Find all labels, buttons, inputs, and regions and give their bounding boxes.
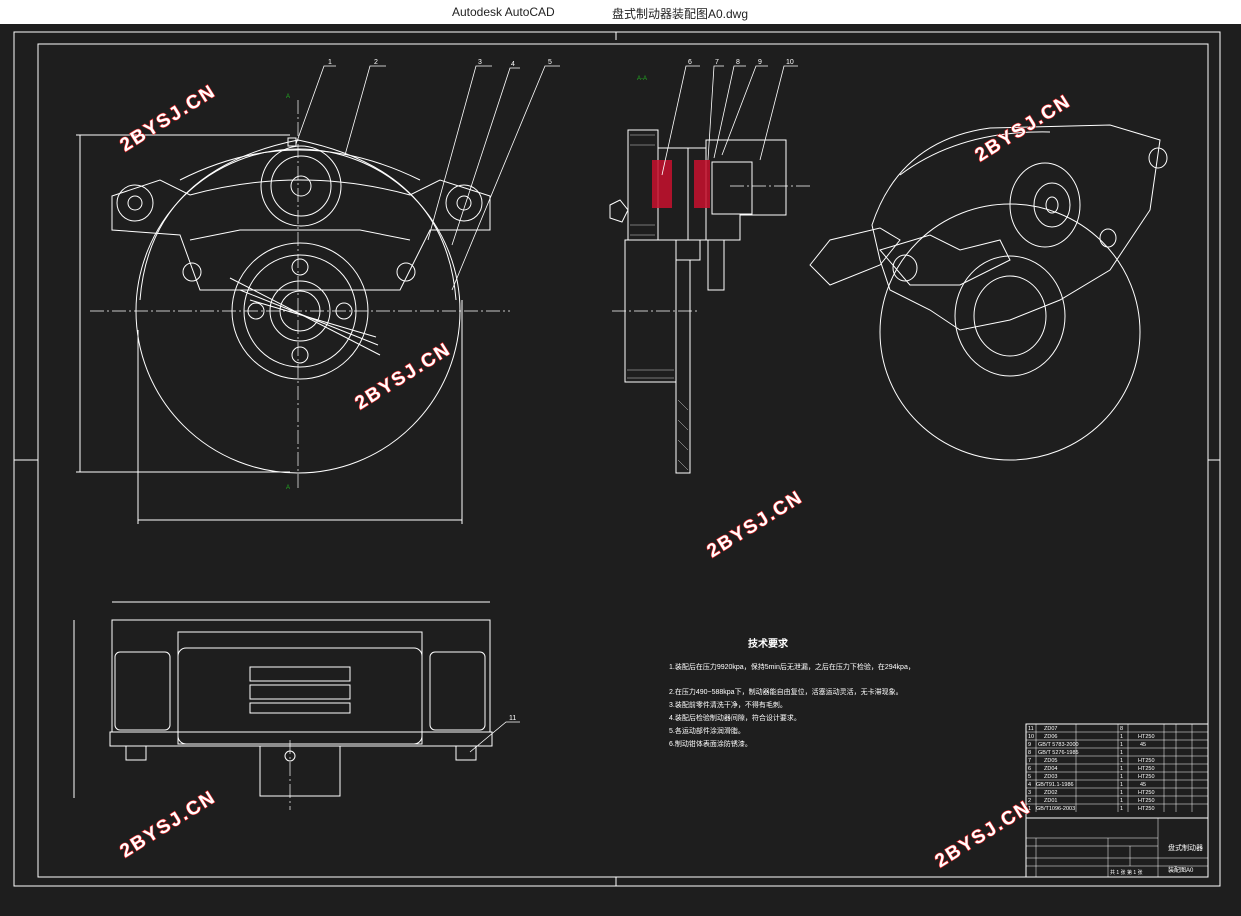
balloon-3: 3 [478, 59, 482, 66]
sheet-info: 共 1 张 第 1 张 [1110, 869, 1143, 876]
svg-text:A-A: A-A [637, 76, 647, 82]
tech-line-5: 5.各运动部件涂润滑脂。 [669, 726, 745, 735]
bom-mat-4: 45 [1140, 782, 1146, 788]
svg-text:A: A [286, 485, 290, 491]
bom-no-10: 10 [1028, 734, 1034, 740]
watermark-4: 2BYSJ.CN [704, 487, 807, 563]
bom-code-6: ZD04 [1044, 766, 1057, 772]
isometric-view [809, 124, 1168, 461]
tech-line-4: 4.装配后检验制动器间隙，符合设计要求。 [669, 713, 801, 722]
balloon-1: 1 [328, 59, 332, 66]
balloon-10: 10 [786, 59, 794, 66]
balloon-8: 8 [736, 59, 740, 66]
bom-mat-7: HT250 [1138, 758, 1155, 764]
tech-requirements: 技术要求 1.装配后在压力9920kpa，保持5min后无泄漏，之后在压力下检验… [669, 637, 915, 748]
bom-mat-9: 45 [1140, 742, 1146, 748]
bom-code-4: GB/T91.1-1986 [1036, 782, 1074, 788]
bom-code-11: ZD07 [1044, 726, 1057, 732]
drawing-code: 装配图A0 [1168, 866, 1194, 874]
drawing-canvas[interactable]: A A A-A 1 2 3 4 5 6 7 8 9 10 11 技术要求 1.装… [0, 24, 1241, 911]
balloon-4: 4 [511, 61, 515, 68]
bom-no-5: 5 [1028, 774, 1031, 780]
watermark-5: 2BYSJ.CN [117, 787, 220, 863]
bom-no-7: 7 [1028, 758, 1031, 764]
bom-qty-6: 1 [1120, 766, 1123, 772]
bom-qty-9: 1 [1120, 742, 1123, 748]
bom-qty-10: 1 [1120, 734, 1123, 740]
balloon-9: 9 [758, 59, 762, 66]
bom-code-3: ZD02 [1044, 790, 1057, 796]
bom-qty-11: 8 [1120, 726, 1123, 732]
bom-code-1: GB/T1096-2003 [1036, 806, 1075, 812]
watermark-2: 2BYSJ.CN [352, 339, 455, 415]
watermark-6: 2BYSJ.CN [932, 797, 1035, 873]
title-bar: Autodesk AutoCAD 盘式制动器装配图A0.dwg [0, 0, 1241, 24]
bom-mat-3: HT250 [1138, 790, 1155, 796]
bom-qty-5: 1 [1120, 774, 1123, 780]
title-block: 盘式制动器 装配图A0 共 1 张 第 1 张 [1025, 817, 1209, 878]
bom-mat-1: HT250 [1138, 806, 1155, 812]
balloon-6: 6 [688, 59, 692, 66]
bom-code-9: GB/T 5783-2000 [1038, 742, 1079, 748]
balloon-leaders [295, 65, 798, 753]
bom-code-2: ZD01 [1044, 798, 1057, 804]
bom-no-3: 3 [1028, 790, 1031, 796]
balloon-11: 11 [509, 715, 516, 722]
bom-no-2: 2 [1028, 798, 1031, 804]
bom-mat-5: HT250 [1138, 774, 1155, 780]
bom-qty-2: 1 [1120, 798, 1123, 804]
front-view: A A [76, 94, 510, 524]
bom-no-11: 11 [1028, 726, 1034, 732]
bom-qty-8: 1 [1120, 750, 1123, 756]
section-view: A-A [609, 76, 810, 474]
tech-title: 技术要求 [748, 637, 789, 650]
bom-table: 11 ZD07 8 10 ZD06 1 HT250 9 GB/T 5783-20… [1025, 723, 1209, 819]
tech-line-1: 1.装配后在压力9920kpa，保持5min后无泄漏，之后在压力下检验，在294… [669, 662, 915, 671]
bom-qty-7: 1 [1120, 758, 1123, 764]
bom-code-7: ZD05 [1044, 758, 1057, 764]
bom-mat-10: HT250 [1138, 734, 1155, 740]
bom-code-8: GB/T 5276-1985 [1038, 750, 1079, 756]
tech-line-3: 3.装配前零件清洗干净，不得有毛刺。 [669, 700, 787, 709]
svg-text:A: A [286, 94, 290, 100]
bom-mat-2: HT250 [1138, 798, 1155, 804]
bom-qty-1: 1 [1120, 806, 1123, 812]
bom-code-5: ZD03 [1044, 774, 1057, 780]
watermark-1: 2BYSJ.CN [117, 81, 220, 157]
top-view [73, 601, 493, 810]
bom-no-9: 9 [1028, 742, 1031, 748]
tech-line-2: 2.在压力490~588kpa下，制动器能自由复位，活塞运动灵活，无卡滞现象。 [669, 687, 903, 696]
balloon-5: 5 [548, 59, 552, 66]
balloon-7: 7 [715, 59, 719, 66]
drawing-name: 盘式制动器 [1168, 843, 1203, 852]
bom-code-10: ZD06 [1044, 734, 1057, 740]
balloon-2: 2 [374, 59, 378, 66]
sheet-border [13, 31, 1221, 887]
tech-line-6: 6.制动钳体表面涂防锈漆。 [669, 739, 752, 748]
bom-no-8: 8 [1028, 750, 1031, 756]
bom-qty-4: 1 [1120, 782, 1123, 788]
bom-qty-3: 1 [1120, 790, 1123, 796]
bom-no-6: 6 [1028, 766, 1031, 772]
bom-no-4: 4 [1028, 782, 1031, 788]
bom-mat-6: HT250 [1138, 766, 1155, 772]
file-title: 盘式制动器装配图A0.dwg [612, 7, 749, 21]
app-title: Autodesk AutoCAD [452, 5, 555, 19]
